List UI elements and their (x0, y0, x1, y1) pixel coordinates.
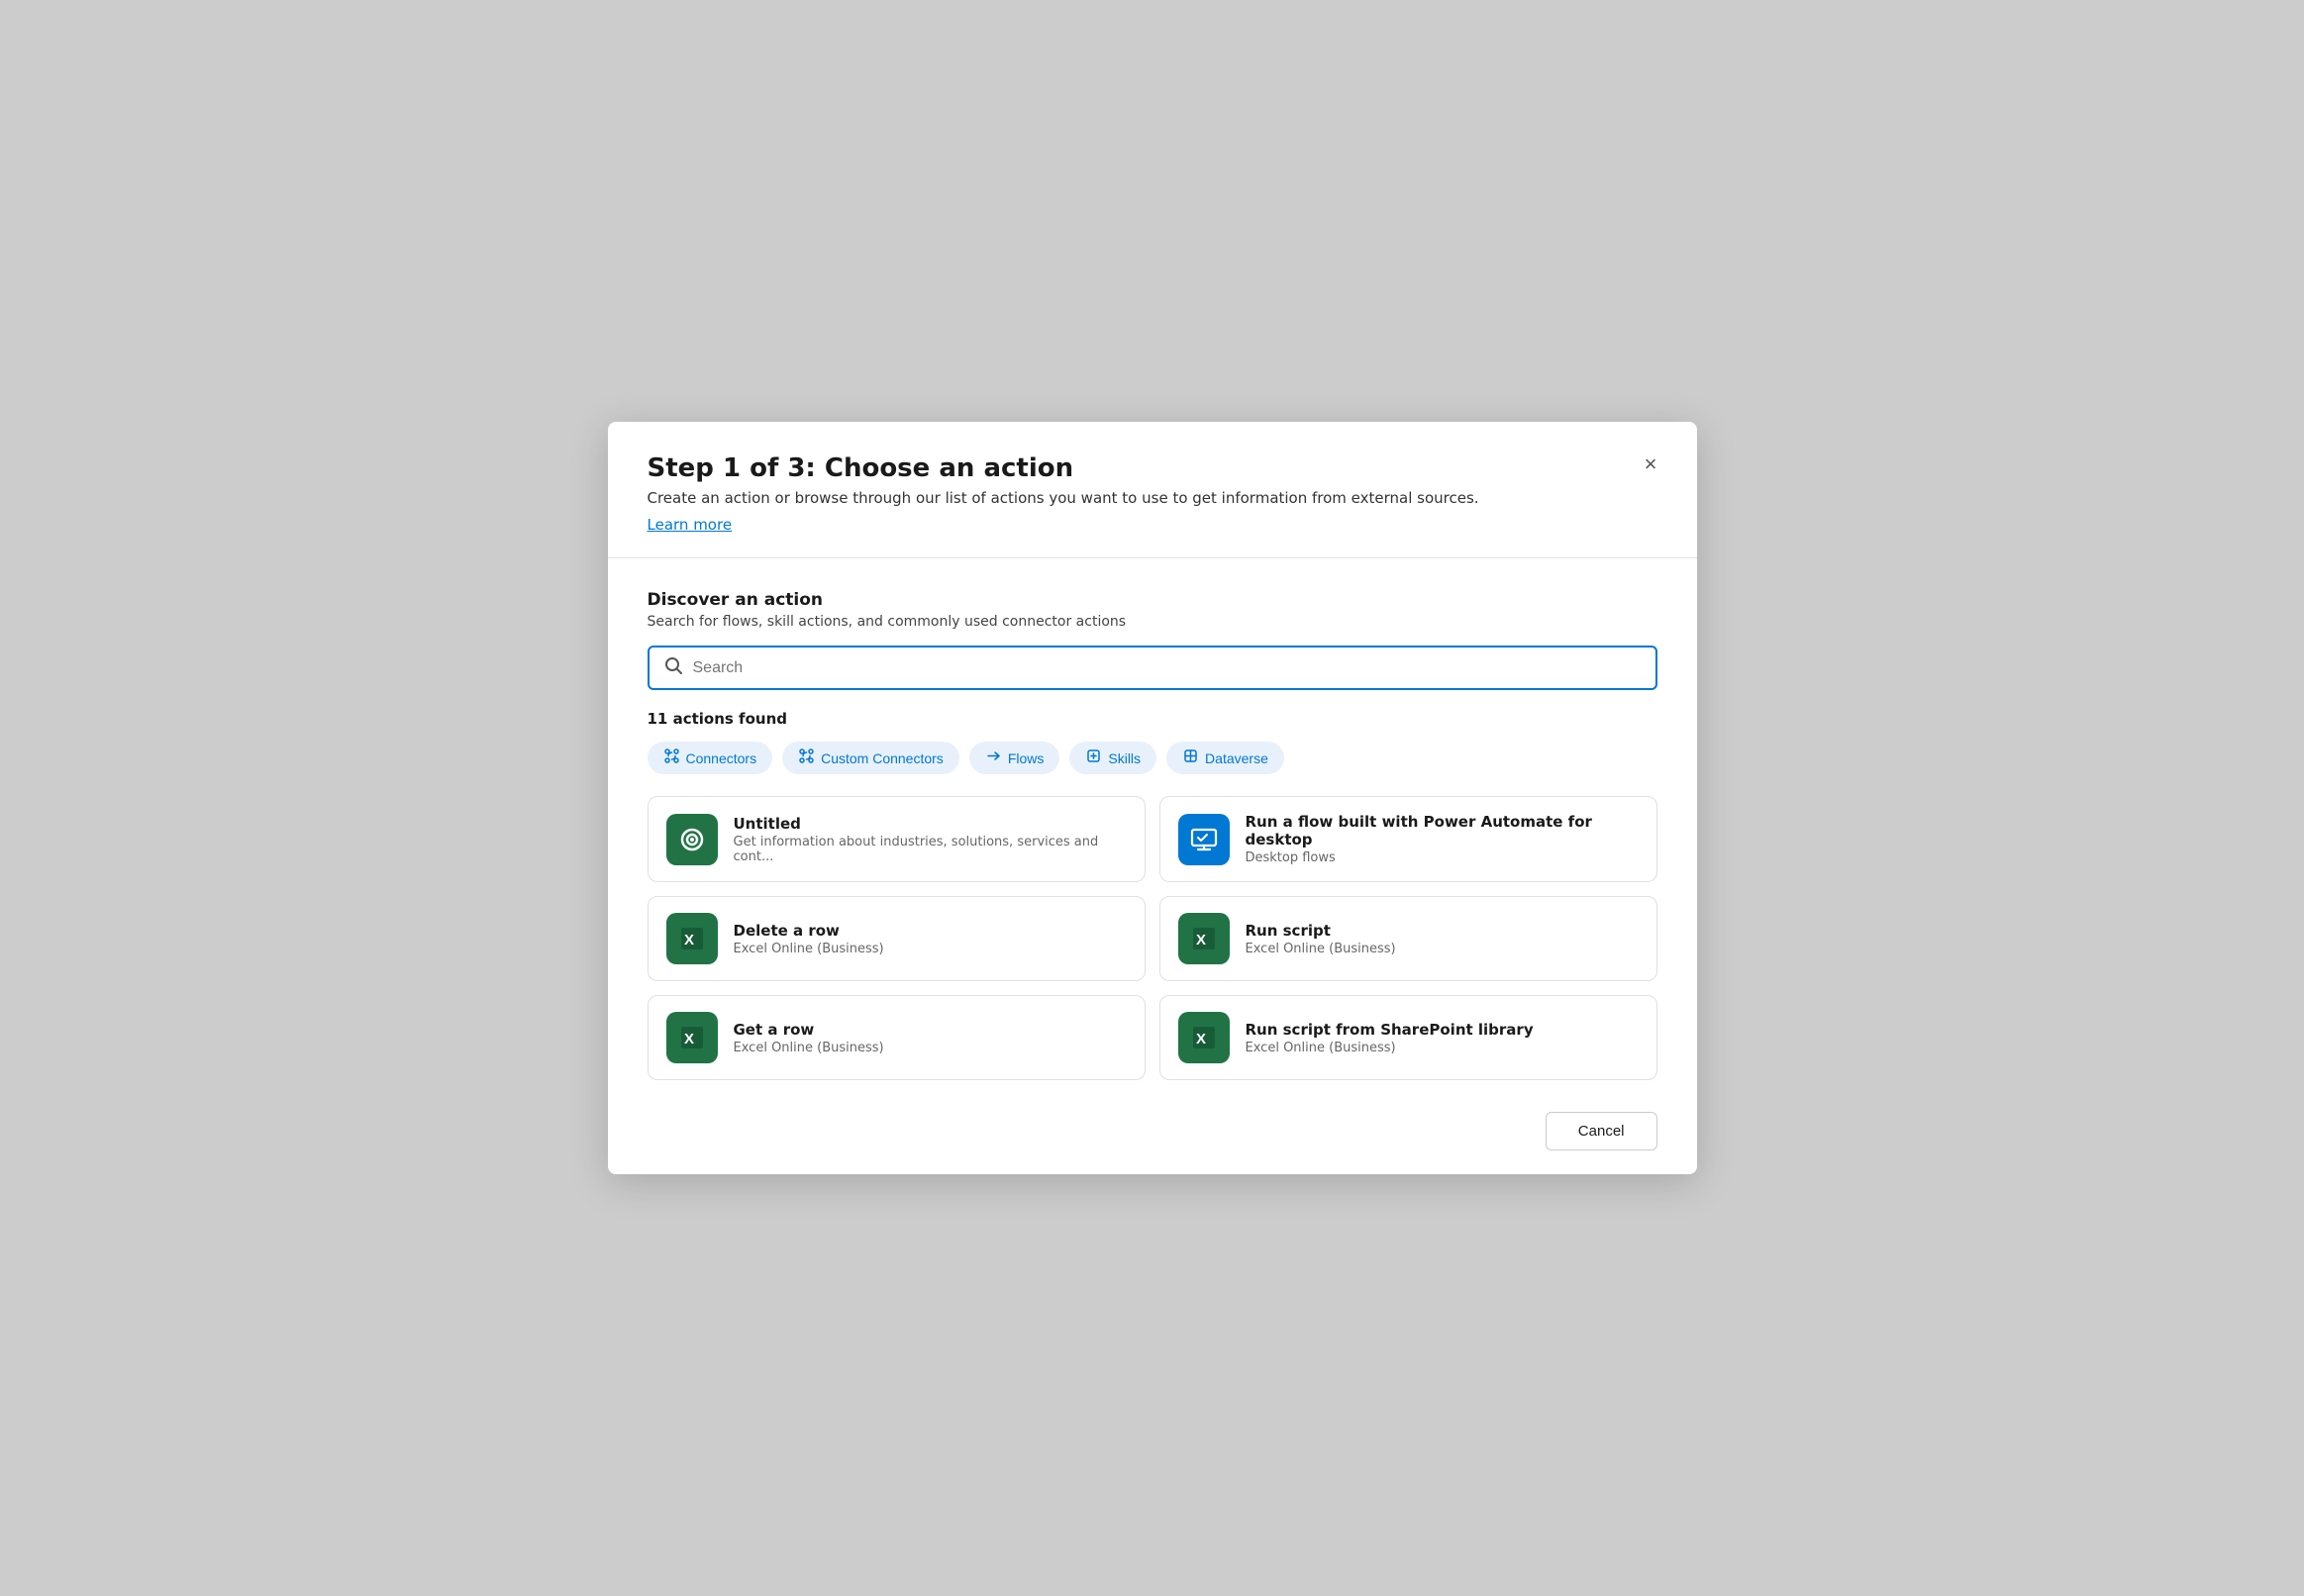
connectors-icon (663, 748, 680, 768)
action-name-run-script-sharepoint: Run script from SharePoint library (1246, 1021, 1534, 1039)
discover-title: Discover an action (648, 590, 1657, 610)
get-row-icon: X (666, 1012, 718, 1063)
actions-found-label: 11 actions found (648, 710, 1657, 728)
custom-connectors-icon (798, 748, 815, 768)
action-card-desktop-flow[interactable]: Run a flow built with Power Automate for… (1159, 796, 1657, 882)
action-info-desktop-flow: Run a flow built with Power Automate for… (1246, 813, 1639, 865)
action-sub-get-row: Excel Online (Business) (734, 1041, 884, 1055)
action-info-run-script: Run script Excel Online (Business) (1246, 922, 1396, 956)
action-info-delete-row: Delete a row Excel Online (Business) (734, 922, 884, 956)
action-sub-desktop-flow: Desktop flows (1246, 850, 1639, 865)
search-icon (663, 655, 683, 680)
connectors-label: Connectors (686, 750, 757, 766)
filter-tab-skills[interactable]: Skills (1069, 742, 1156, 774)
untitled-icon (666, 814, 718, 865)
search-bar (648, 646, 1657, 690)
action-name-untitled: Untitled (734, 815, 1127, 833)
custom-connectors-label: Custom Connectors (821, 750, 944, 766)
action-sub-delete-row: Excel Online (Business) (734, 942, 884, 956)
filter-tab-custom-connectors[interactable]: Custom Connectors (782, 742, 959, 774)
cancel-button[interactable]: Cancel (1546, 1112, 1657, 1150)
learn-more-link[interactable]: Learn more (648, 516, 733, 534)
discover-subtitle: Search for flows, skill actions, and com… (648, 614, 1657, 630)
flows-label: Flows (1008, 750, 1045, 766)
action-card-delete-row[interactable]: X Delete a row Excel Online (Business) (648, 896, 1146, 981)
action-sub-run-script: Excel Online (Business) (1246, 942, 1396, 956)
filter-tab-flows[interactable]: Flows (969, 742, 1060, 774)
action-name-get-row: Get a row (734, 1021, 884, 1039)
svg-text:X: X (684, 932, 694, 948)
dialog-body: Discover an action Search for flows, ski… (608, 558, 1697, 1080)
dialog: Step 1 of 3: Choose an action Create an … (608, 422, 1697, 1174)
action-card-run-script[interactable]: X Run script Excel Online (Business) (1159, 896, 1657, 981)
filter-tab-dataverse[interactable]: Dataverse (1166, 742, 1284, 774)
search-input[interactable] (693, 659, 1642, 677)
dataverse-label: Dataverse (1205, 750, 1268, 766)
svg-text:X: X (1196, 1031, 1206, 1047)
dialog-header: Step 1 of 3: Choose an action Create an … (608, 422, 1697, 558)
desktop-flow-icon (1178, 814, 1230, 865)
action-card-untitled[interactable]: Untitled Get information about industrie… (648, 796, 1146, 882)
delete-row-icon: X (666, 913, 718, 964)
action-name-run-script: Run script (1246, 922, 1396, 940)
close-button[interactable]: × (1637, 449, 1665, 479)
action-card-get-row[interactable]: X Get a row Excel Online (Business) (648, 995, 1146, 1080)
action-info-get-row: Get a row Excel Online (Business) (734, 1021, 884, 1055)
dataverse-icon (1182, 748, 1199, 768)
dialog-title: Step 1 of 3: Choose an action (648, 453, 1657, 483)
run-script-sharepoint-icon: X (1178, 1012, 1230, 1063)
action-grid: Untitled Get information about industrie… (648, 796, 1657, 1080)
filter-tabs: Connectors Custom Connectors (648, 742, 1657, 774)
action-name-desktop-flow: Run a flow built with Power Automate for… (1246, 813, 1639, 848)
action-name-delete-row: Delete a row (734, 922, 884, 940)
dialog-footer: Cancel (608, 1094, 1697, 1174)
skills-label: Skills (1108, 750, 1141, 766)
action-card-run-script-sharepoint[interactable]: X Run script from SharePoint library Exc… (1159, 995, 1657, 1080)
svg-text:X: X (1196, 932, 1206, 948)
action-info-untitled: Untitled Get information about industrie… (734, 815, 1127, 864)
action-info-run-script-sharepoint: Run script from SharePoint library Excel… (1246, 1021, 1534, 1055)
dialog-subtitle: Create an action or browse through our l… (648, 489, 1657, 507)
flows-icon (985, 748, 1002, 768)
skills-icon (1085, 748, 1102, 768)
action-sub-run-script-sharepoint: Excel Online (Business) (1246, 1041, 1534, 1055)
run-script-icon: X (1178, 913, 1230, 964)
action-sub-untitled: Get information about industries, soluti… (734, 835, 1127, 864)
filter-tab-connectors[interactable]: Connectors (648, 742, 773, 774)
svg-text:X: X (684, 1031, 694, 1047)
